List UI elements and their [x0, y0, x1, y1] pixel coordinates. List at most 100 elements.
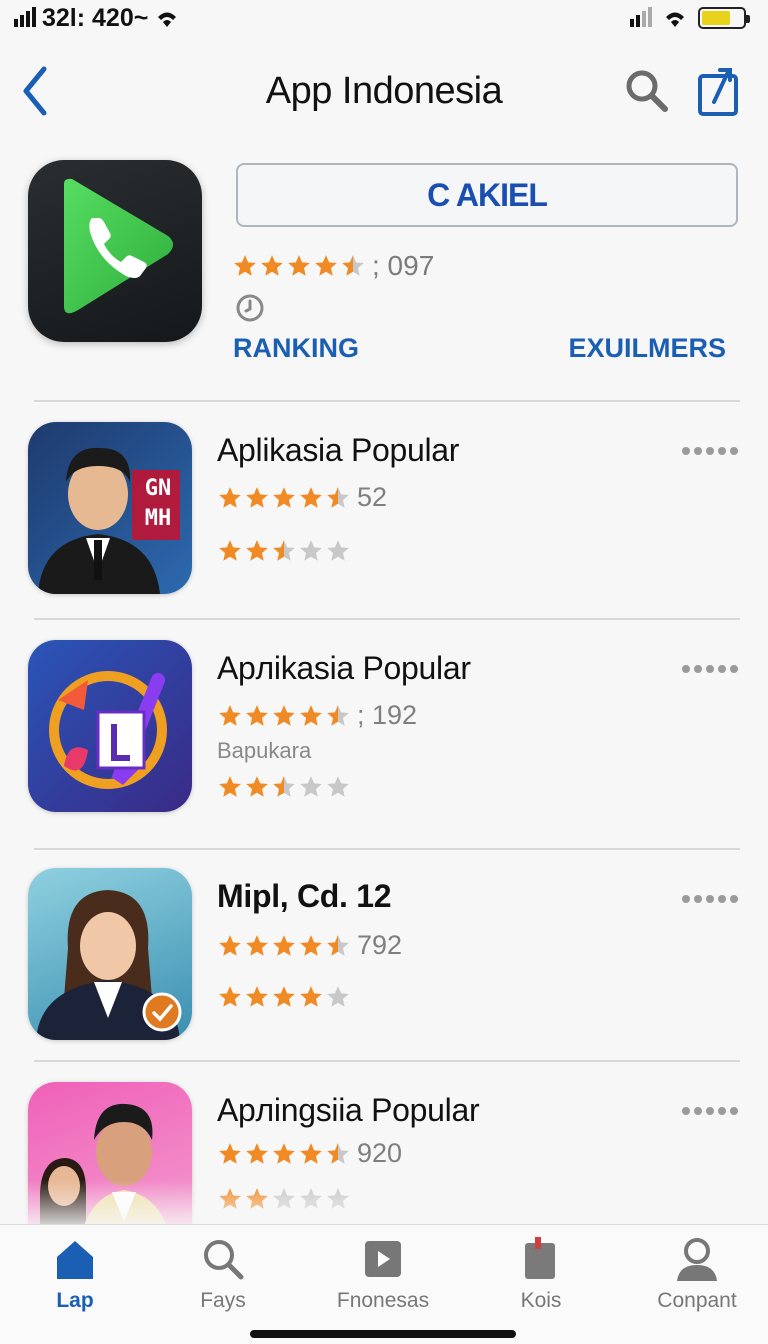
home-icon	[57, 1241, 93, 1279]
ranking-link[interactable]: RANKING	[233, 333, 359, 364]
battery-icon	[698, 7, 750, 29]
rating: 792	[217, 930, 402, 961]
share-button[interactable]	[694, 64, 744, 118]
app-title: Apлikasia Popular	[217, 650, 471, 686]
star-icon	[246, 1142, 268, 1164]
signal-icon	[14, 7, 36, 27]
search-icon	[626, 70, 668, 112]
secondary-rating	[217, 538, 351, 564]
sync-app-icon	[49, 671, 167, 789]
star-icon	[273, 1188, 295, 1209]
status-time: 32l: 420~	[42, 3, 149, 32]
star-icon	[273, 1142, 295, 1164]
tab-label: Fnonesas	[336, 1289, 430, 1312]
star-icon	[315, 255, 337, 276]
portrait-icon	[36, 890, 182, 1040]
star-icon	[327, 776, 349, 797]
star-rating	[217, 703, 351, 729]
star-icon	[273, 540, 295, 561]
star-icon	[219, 540, 241, 561]
person-icon	[677, 1238, 717, 1281]
get-button[interactable]: C AKIEL	[236, 163, 738, 227]
star-icon	[246, 986, 268, 1007]
star-rating	[217, 1141, 351, 1167]
secondary-rating	[217, 774, 351, 800]
star-rating	[217, 933, 351, 959]
tab-home[interactable]: Lap	[0, 1237, 150, 1317]
rating: 52	[217, 482, 387, 513]
star-icon	[246, 776, 268, 797]
search-button[interactable]	[622, 66, 672, 116]
star-icon	[273, 934, 295, 956]
star-icon	[300, 776, 322, 797]
tab-fnonesas[interactable]: Fnonesas	[308, 1237, 458, 1317]
home-indicator	[250, 1330, 516, 1338]
star-icon	[300, 986, 322, 1007]
star-icon	[300, 540, 322, 561]
rating: ; 192	[217, 700, 417, 731]
star-icon	[219, 704, 241, 726]
rating-count: 792	[357, 930, 403, 960]
star-icon	[219, 934, 241, 956]
star-icon	[246, 540, 268, 561]
star-icon	[327, 486, 349, 508]
app-title: Apлingsiia Popular	[217, 1092, 480, 1128]
badge-text: GN MH	[144, 476, 172, 531]
secondary-rating	[217, 984, 351, 1010]
app-icon: GN MH	[28, 422, 192, 594]
star-icon	[300, 934, 322, 956]
app-title: Mipl, Cd. 12	[217, 878, 392, 914]
star-icon	[327, 1142, 349, 1164]
more-button[interactable]	[682, 1104, 740, 1118]
cellular-icon	[630, 7, 652, 27]
tab-kois[interactable]: Kois	[466, 1237, 616, 1317]
divider	[34, 400, 740, 402]
star-icon	[246, 934, 268, 956]
star-icon	[273, 486, 295, 508]
star-icon	[273, 776, 295, 797]
more-button[interactable]	[682, 892, 740, 906]
tab-label: Fays	[200, 1289, 246, 1312]
star-icon	[288, 255, 310, 276]
more-button[interactable]	[682, 662, 740, 676]
share-icon	[698, 68, 738, 116]
list-item[interactable]: Mipl, Cd. 12 792	[0, 866, 768, 1066]
star-icon	[327, 1188, 349, 1209]
star-icon	[246, 704, 268, 726]
star-icon	[219, 1188, 241, 1209]
more-button[interactable]	[682, 444, 740, 458]
app-title: Aplikasia Popular	[217, 432, 460, 468]
rating: 920	[217, 1138, 402, 1169]
app-icon	[28, 868, 192, 1040]
star-rating	[217, 984, 351, 1010]
search-icon	[204, 1240, 244, 1280]
status-right	[630, 7, 750, 29]
exuilmers-link[interactable]: EXUILMERS	[568, 333, 726, 364]
tab-bar: Lap Fays Fnonesas Kois Conpant	[0, 1224, 768, 1344]
star-icon	[300, 704, 322, 726]
divider	[34, 848, 740, 850]
star-icon	[273, 986, 295, 1007]
tab-search[interactable]: Fays	[148, 1237, 298, 1317]
phone-app-icon	[64, 178, 173, 314]
tab-label: Kois	[520, 1289, 562, 1312]
tab-label: Conpant	[657, 1289, 737, 1312]
featured-app-icon[interactable]	[28, 160, 202, 342]
star-icon	[246, 1188, 268, 1209]
tab-profile[interactable]: Conpant	[622, 1237, 768, 1317]
rating-count: 52	[357, 482, 388, 512]
tab-label: Lap	[56, 1289, 94, 1312]
list-item[interactable]: Apлikasia Popular ; 192 Bapukara	[0, 638, 768, 838]
list-item[interactable]: GN MH Aplikasia Popular 52	[0, 420, 768, 620]
star-icon	[327, 986, 349, 1007]
star-icon	[300, 1142, 322, 1164]
star-rating	[217, 774, 351, 800]
app-subtitle: Bapukara	[217, 738, 312, 763]
clock-icon	[236, 294, 264, 322]
status-left: 32l: 420~	[14, 4, 180, 33]
divider	[34, 1060, 740, 1062]
star-rating	[232, 253, 366, 279]
star-icon	[273, 704, 295, 726]
star-icon	[300, 486, 322, 508]
star-rating	[217, 538, 351, 564]
